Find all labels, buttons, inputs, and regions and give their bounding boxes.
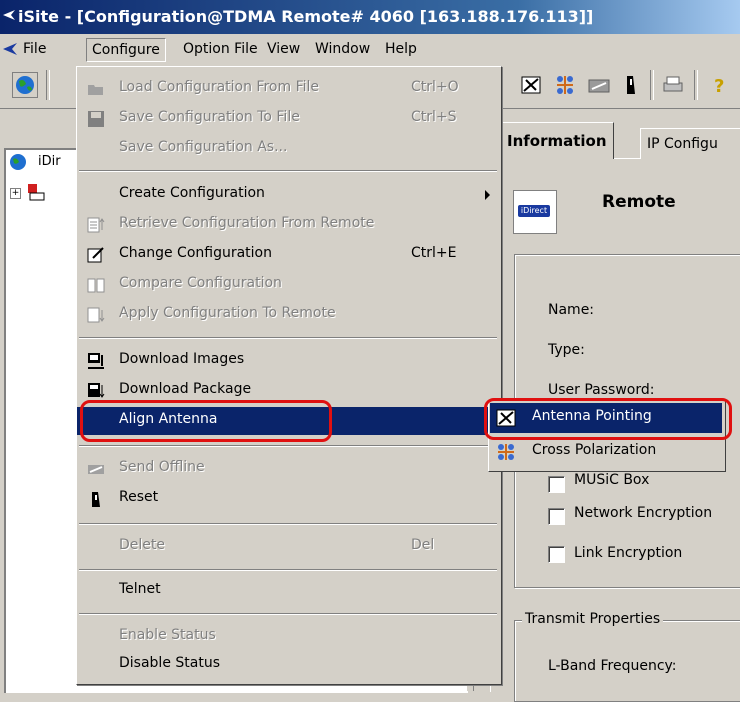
reset-tool-icon[interactable] (618, 72, 644, 98)
menu-item-change-configuration[interactable]: Change Configuration Ctrl+E (77, 241, 501, 269)
menu-separator (79, 170, 497, 172)
configure-menu: Load Configuration From File Ctrl+O Save… (76, 66, 502, 685)
network-node-icon[interactable] (26, 182, 46, 202)
music-box-label: MUSiC Box (574, 472, 650, 488)
menu-view[interactable]: View (262, 38, 305, 60)
antenna-pointing-tool-icon[interactable] (518, 72, 544, 98)
menu-bar: File Configure Option File View Window H… (0, 34, 740, 65)
name-label: Name: (548, 302, 595, 318)
help-icon[interactable]: ? (706, 72, 732, 98)
open-folder-icon (88, 85, 103, 95)
edit-config-icon (87, 247, 104, 263)
menu-item-retrieve-configuration[interactable]: Retrieve Configuration From Remote (77, 211, 501, 239)
user-password-label: User Password: (548, 382, 655, 398)
floppy-disk-icon (88, 111, 104, 127)
menu-separator (79, 569, 497, 571)
l-band-frequency-label: L-Band Frequency: (548, 658, 677, 674)
send-offline-icon (88, 465, 104, 474)
menu-option-file[interactable]: Option File (178, 38, 263, 60)
menu-item-align-antenna[interactable]: Align Antenna (77, 407, 501, 435)
download-images-icon (88, 353, 104, 369)
submenu-arrow-icon (485, 190, 490, 200)
send-offline-tool-icon[interactable] (586, 72, 612, 98)
remote-device-icon: iDirect (513, 190, 557, 234)
window-title: iSite - [Configuration@TDMA Remote# 4060… (18, 7, 594, 26)
menu-separator (79, 523, 497, 525)
remote-icon-badge: iDirect (518, 205, 550, 217)
print-icon[interactable] (660, 72, 686, 98)
cross-polarization-icon (498, 444, 514, 460)
toolbar-separator (46, 70, 50, 100)
menu-item-load-configuration[interactable]: Load Configuration From File Ctrl+O (77, 75, 501, 103)
title-bar[interactable]: iSite - [Configuration@TDMA Remote# 4060… (0, 0, 740, 34)
tab-ip-configuration[interactable]: IP Configu (640, 128, 740, 159)
menu-item-enable-status[interactable]: Enable Status (77, 623, 501, 651)
network-encryption-label: Network Encryption (574, 505, 713, 521)
cross-polarization-tool-icon[interactable] (552, 72, 578, 98)
type-label: Type: (548, 342, 585, 358)
menu-item-reset[interactable]: Reset (77, 485, 501, 513)
menu-item-create-configuration[interactable]: Create Configuration (77, 181, 501, 209)
toolbar-separator (694, 70, 698, 100)
toolbar-separator (650, 70, 654, 100)
menu-separator (79, 613, 497, 615)
menu-item-delete[interactable]: Delete Del (77, 533, 501, 561)
transmit-properties-title: Transmit Properties (522, 611, 664, 627)
svg-text:?: ? (714, 76, 724, 97)
menu-item-download-images[interactable]: Download Images (77, 347, 501, 375)
globe-icon (10, 154, 26, 170)
compare-icon (87, 278, 105, 293)
menu-configure[interactable]: Configure (86, 38, 166, 62)
menu-item-telnet[interactable]: Telnet (77, 577, 501, 605)
menu-window[interactable]: Window (310, 38, 375, 60)
retrieve-icon (87, 217, 105, 233)
mdi-child-icon[interactable] (2, 42, 18, 56)
menu-item-apply-configuration[interactable]: Apply Configuration To Remote (77, 301, 501, 329)
submenu-item-cross-polarization[interactable]: Cross Polarization (490, 437, 722, 467)
menu-item-save-configuration[interactable]: Save Configuration To File Ctrl+S (77, 105, 501, 133)
antenna-pointing-icon (496, 409, 516, 427)
link-encryption-checkbox[interactable] (548, 546, 565, 563)
globe-icon[interactable] (12, 72, 38, 98)
menu-separator (79, 337, 497, 339)
menu-help[interactable]: Help (380, 38, 422, 60)
tab-information[interactable]: Information (500, 122, 614, 159)
apply-icon (87, 307, 105, 323)
reset-icon (92, 492, 100, 507)
menu-separator (79, 445, 497, 447)
expand-icon[interactable]: + (10, 188, 21, 199)
panel-title: Remote (602, 192, 676, 212)
link-encryption-label: Link Encryption (574, 545, 683, 561)
music-box-checkbox[interactable] (548, 476, 565, 493)
submenu-item-antenna-pointing[interactable]: Antenna Pointing (490, 403, 722, 433)
menu-file[interactable]: File (18, 38, 51, 60)
menu-item-send-offline[interactable]: Send Offline (77, 455, 501, 483)
menu-item-save-configuration-as[interactable]: Save Configuration As... (77, 135, 501, 163)
download-package-icon (88, 383, 105, 398)
tree-root-label[interactable]: iDir (38, 154, 61, 169)
menu-item-compare-configuration[interactable]: Compare Configuration (77, 271, 501, 299)
align-antenna-submenu: Antenna Pointing Cross Polarization (488, 400, 726, 472)
app-icon (3, 10, 15, 20)
network-encryption-checkbox[interactable] (548, 508, 565, 525)
menu-item-disable-status[interactable]: Disable Status (77, 651, 501, 679)
menu-item-download-package[interactable]: Download Package (77, 377, 501, 405)
